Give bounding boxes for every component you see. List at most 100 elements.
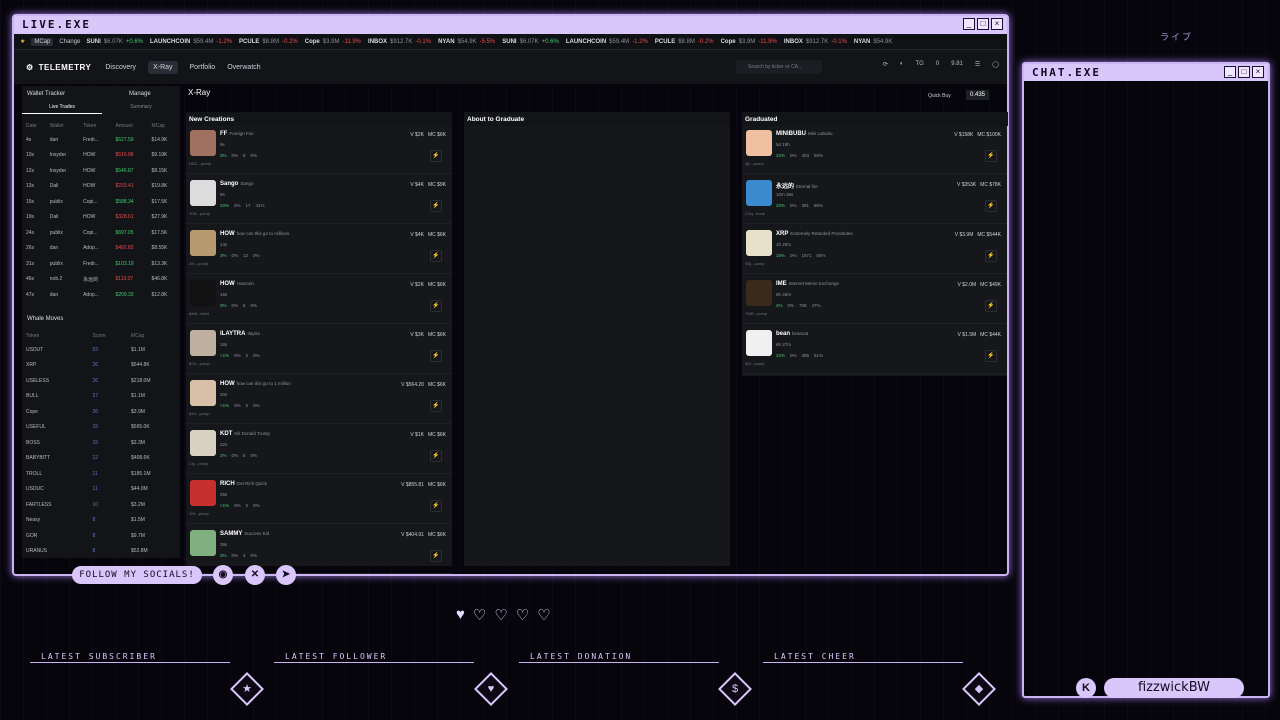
table-row[interactable]: TROLL 11 $185.1M	[22, 466, 180, 482]
ticker-item[interactable]: NYAN $54.9K -5.5%	[438, 39, 495, 45]
table-row[interactable]: 13s Dali HOW $233.41 $19.8K	[22, 179, 180, 195]
quick-buy-button[interactable]: ⚡	[985, 350, 997, 362]
quick-buy-amount[interactable]: 0.435	[966, 90, 990, 100]
ticker-item[interactable]: INBOX $912.7K -0.1%	[368, 39, 431, 45]
sound-icon[interactable]: ◐	[900, 61, 904, 68]
star-icon[interactable]: ★	[20, 38, 25, 45]
balance[interactable]: 9.81	[951, 61, 963, 68]
change-toggle[interactable]: Change	[59, 39, 80, 45]
app-logo[interactable]: ⚙ TELEMETRY	[26, 63, 91, 72]
nav-xray[interactable]: X-Ray	[148, 60, 178, 74]
ticker-item[interactable]: Cope $3.9M -11.9%	[305, 39, 361, 45]
token-card[interactable]: 7rH...pump RICH Get Rich Quick 29s <1% 0% 2 0% V…	[186, 476, 452, 524]
quick-buy-button[interactable]: ⚡	[985, 150, 997, 162]
ticker-item[interactable]: PCULE $8.8M -0.2%	[655, 39, 714, 45]
nav-discovery[interactable]: Discovery	[105, 64, 136, 71]
token-address: 6eW...ebc3	[189, 311, 210, 316]
token-card[interactable]: 6xU...pump HOW how can this go to 1 millio…	[186, 376, 452, 424]
table-row[interactable]: FARTLESS 10 $3.2M	[22, 497, 180, 513]
table-cell: $8.55K	[151, 245, 168, 252]
ticker-item[interactable]: PCULE $8.8M -0.2%	[239, 39, 298, 45]
ticker-item[interactable]: LAUNCHCOIN $59.4M -1.2%	[150, 39, 232, 45]
table-row[interactable]: BABYBITT 12 $408.6K	[22, 451, 180, 467]
quick-buy-button[interactable]: ⚡	[430, 350, 442, 362]
quick-buy-button[interactable]: ⚡	[430, 400, 442, 412]
quick-buy-button[interactable]: ⚡	[430, 250, 442, 262]
user-icon[interactable]: ◯	[992, 61, 999, 68]
quick-buy-button[interactable]: ⚡	[985, 200, 997, 212]
token-card[interactable]: 6eW...ebc3 HOW Howcoin 18s 3% 0% 6 0% V $2K MC $6…	[186, 276, 452, 324]
token-card[interactable]: 2rb...pump HOW how can this go to millions…	[186, 226, 452, 274]
table-row[interactable]: BOSS 15 $3.3M	[22, 435, 180, 451]
quick-buy-button[interactable]: ⚡	[985, 250, 997, 262]
tab-summary[interactable]: Summary	[102, 104, 180, 114]
quick-buy-button[interactable]: ⚡	[430, 200, 442, 212]
tab-live-trades[interactable]: Live Trades	[22, 104, 102, 114]
table-row[interactable]: URANUS 8 $52.8M	[22, 544, 180, 560]
wallet-tracker-dropdown[interactable]: Wallet Tracker	[27, 91, 65, 97]
table-row[interactable]: 24s publix Copi... $697.05 $17.5K	[22, 225, 180, 241]
table-row[interactable]: 26s dan Adop... $492.82 $8.55K	[22, 241, 180, 257]
table-cell: Copi...	[83, 198, 98, 205]
token-card[interactable]: 4j0...pump MINIBUBU Mini Labubu 5d 19h 22% 0%…	[742, 126, 1007, 174]
volume-mcap: V $564.20 MC $6K	[401, 382, 446, 388]
table-row[interactable]: 47s dan Adop... $209.33 $12.8K	[22, 287, 180, 303]
table-cell: $3.2M	[131, 501, 145, 508]
ticker-item[interactable]: SUNI $6.07K +0.6%	[86, 39, 143, 45]
tg-button[interactable]: TG	[916, 61, 924, 68]
refresh-icon[interactable]: ⟳	[883, 61, 888, 68]
stat-s2: 2%	[234, 203, 241, 208]
menu-icon[interactable]: ☰	[975, 61, 980, 68]
table-row[interactable]: GOR 8 $9.7M	[22, 528, 180, 544]
token-card[interactable]: Clp...pump KDT Kill Donald Trump 22s 2% 0% 5 0%…	[186, 426, 452, 474]
table-row[interactable]: 10s Insyder HOW $516.88 $9.19K	[22, 148, 180, 164]
quick-buy-button[interactable]: ⚡	[430, 500, 442, 512]
token-card[interactable]: 7WR...pump IME Internet Meme Exchange 6h 45…	[742, 276, 1007, 324]
whale-moves-dropdown[interactable]: Whale Moves	[27, 316, 63, 322]
token-fullname: Eternal fire	[796, 184, 818, 189]
table-row[interactable]: 12s Insyder HOW $546.87 $8.15K	[22, 163, 180, 179]
table-row[interactable]: 4s dan Fredr... $627.59 $14.9K	[22, 132, 180, 148]
divider	[30, 662, 230, 663]
nav-portfolio[interactable]: Portfolio	[190, 64, 216, 71]
token-card[interactable]: 7EB...pump Sango Sango 9s 20% 2% 17 41% V $4K MC …	[186, 176, 452, 224]
nav-overwatch[interactable]: Overwatch	[227, 64, 260, 71]
table-row[interactable]: USELESS 26 $218.0M	[22, 373, 180, 389]
ticker-item[interactable]: INBOX $912.7K -0.1%	[784, 39, 847, 45]
kick-icon: K	[1076, 678, 1096, 698]
token-card[interactable]: SSj...pump XRP Extremely Retarded Prostitu…	[742, 226, 1007, 274]
table-row[interactable]: Neasy 8 $1.5M	[22, 513, 180, 529]
quick-buy-button[interactable]: ⚡	[985, 300, 997, 312]
table-row[interactable]: 31s publix Fredr... $103.19 $13.3K	[22, 256, 180, 272]
ticker-item[interactable]: SUNI $6.07K +0.6%	[502, 39, 559, 45]
token-address: Clp...pump	[189, 461, 209, 466]
quick-buy-button[interactable]: ⚡	[430, 150, 442, 162]
mcap-toggle[interactable]: MCap	[31, 37, 54, 46]
quick-buy-button[interactable]: ⚡	[430, 450, 442, 462]
ticker-item[interactable]: LAUNCHCOIN $59.4M -1.2%	[566, 39, 648, 45]
table-row[interactable]: Cope 26 $3.9M	[22, 404, 180, 420]
manage-button[interactable]: Manage	[129, 91, 151, 97]
search-input[interactable]: Search by ticker or CA...	[736, 60, 822, 74]
ticker-item[interactable]: NYAN $54.9K	[854, 39, 895, 45]
quick-buy-button[interactable]: ⚡	[430, 300, 442, 312]
table-row[interactable]: USDUC 11 $44.0M	[22, 482, 180, 498]
table-row[interactable]: 19s Dali HOW $328.61 $27.9K	[22, 210, 180, 226]
ticker-item[interactable]: Cope $3.9M -11.9%	[721, 39, 777, 45]
stat-s1: 22%	[776, 353, 786, 358]
table-row[interactable]: USEFUL 15 $565.0K	[22, 420, 180, 436]
token-card[interactable]: CXq...bonk 永远的 Eternal fire 10m 36s 20% 0% 381…	[742, 176, 1007, 224]
quick-buy-button[interactable]: ⚡	[430, 550, 442, 562]
token-card[interactable]: 6DI...pump bean beancat 6h 27m 22% 0% 485 51% V …	[742, 326, 1007, 374]
token-card[interactable]: 6Ce...pump ILAYTRA Ilaytra 18s <1% 0% 2 0% V $3K…	[186, 326, 452, 374]
table-row[interactable]: XRP 26 $544.8K	[22, 358, 180, 374]
token-card[interactable]: DDC...pump FF Foreign Fox 9s 3% 0% 6 0% V $2K MC …	[186, 126, 452, 174]
table-cell: Neasy	[26, 517, 41, 524]
count-badge[interactable]: 0	[936, 61, 939, 68]
stat-s3: 403	[801, 153, 810, 158]
table-row[interactable]: USDUT 53 $1.1M	[22, 342, 180, 358]
table-cell: $565.0K	[131, 424, 150, 431]
table-row[interactable]: 15s publix Copi... $588.34 $17.5K	[22, 194, 180, 210]
table-row[interactable]: BULL 27 $1.1M	[22, 389, 180, 405]
table-row[interactable]: 46s nob.2 永远的 $113.07 $46.8K	[22, 272, 180, 288]
